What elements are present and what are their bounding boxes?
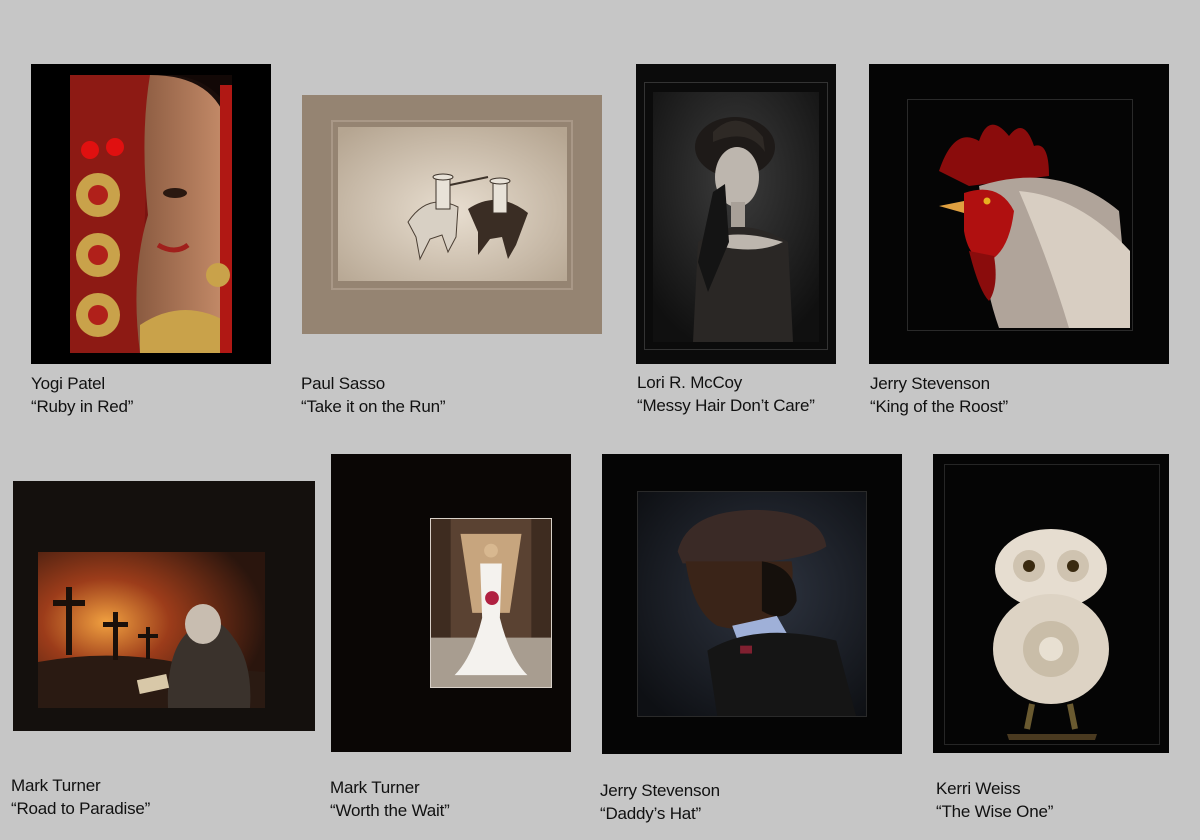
artwork-frame-the-wise-one[interactable] [933,454,1169,753]
artwork-frame-worth-the-wait[interactable] [331,454,571,752]
artwork-frame-road-to-paradise[interactable] [13,481,315,731]
caption-ruby-in-red: Yogi Patel “Ruby in Red” [31,372,133,418]
photo-ruby-in-red [70,75,232,353]
artist-name: Jerry Stevenson [600,781,720,800]
artwork-title: “King of the Roost” [870,397,1008,416]
photo-the-wise-one [977,524,1125,744]
artwork-title: “Ruby in Red” [31,397,134,416]
photo-king-of-the-roost [909,101,1130,328]
artist-name: Mark Turner [11,776,101,795]
caption-messy-hair-dont-care: Lori R. McCoy “Messy Hair Don’t Care” [637,371,815,417]
artwork-title: “Daddy’s Hat” [600,804,702,823]
photo-road-to-paradise [38,552,265,708]
artist-name: Kerri Weiss [936,779,1021,798]
artist-name: Mark Turner [330,778,420,797]
artwork-title: “Worth the Wait” [330,801,450,820]
artwork-frame-ruby-in-red[interactable] [31,64,271,364]
artwork-frame-take-it-on-the-run[interactable] [302,95,602,334]
caption-the-wise-one: Kerri Weiss “The Wise One” [936,777,1053,823]
caption-king-of-the-roost: Jerry Stevenson “King of the Roost” [870,372,1008,418]
photo-daddys-hat [637,491,867,717]
photo-messy-hair-dont-care [653,92,819,342]
photo-worth-the-wait [430,518,552,688]
caption-road-to-paradise: Mark Turner “Road to Paradise” [11,774,150,820]
artwork-frame-daddys-hat[interactable] [602,454,902,754]
artwork-title: “The Wise One” [936,802,1054,821]
artist-name: Lori R. McCoy [637,373,743,392]
artwork-title: “Road to Paradise” [11,799,151,818]
artist-name: Yogi Patel [31,374,105,393]
caption-take-it-on-the-run: Paul Sasso “Take it on the Run” [301,372,446,418]
artist-name: Paul Sasso [301,374,385,393]
artist-name: Jerry Stevenson [870,374,990,393]
artwork-frame-messy-hair-dont-care[interactable] [636,64,836,364]
artwork-title: “Take it on the Run” [301,397,446,416]
caption-worth-the-wait: Mark Turner “Worth the Wait” [330,776,450,822]
photo-take-it-on-the-run [338,127,567,281]
caption-daddys-hat: Jerry Stevenson “Daddy’s Hat” [600,779,720,825]
artwork-title: “Messy Hair Don’t Care” [637,396,815,415]
artwork-frame-king-of-the-roost[interactable] [869,64,1169,364]
